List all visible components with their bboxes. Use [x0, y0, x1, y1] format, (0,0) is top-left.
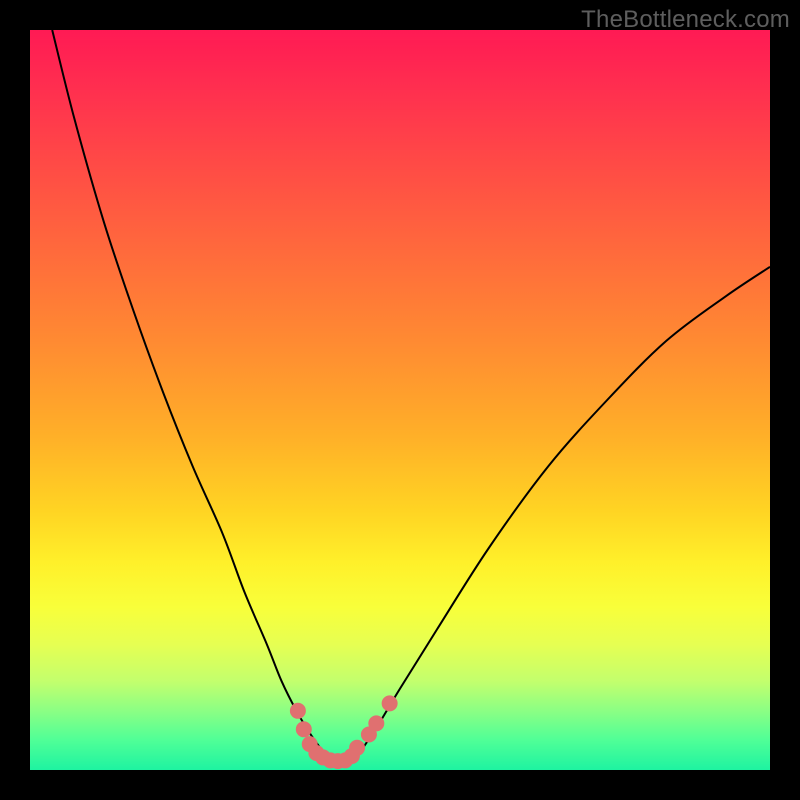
data-marker [382, 696, 397, 711]
marker-group [290, 696, 397, 769]
left-curve [52, 30, 327, 759]
chart-overlay [30, 30, 770, 770]
right-curve [354, 267, 770, 759]
data-marker [290, 703, 305, 718]
data-marker [350, 740, 365, 755]
watermark-text: TheBottleneck.com [581, 6, 790, 34]
plot-area [30, 30, 770, 770]
data-marker [296, 722, 311, 737]
data-marker [369, 716, 384, 731]
chart-frame: TheBottleneck.com [0, 0, 800, 800]
